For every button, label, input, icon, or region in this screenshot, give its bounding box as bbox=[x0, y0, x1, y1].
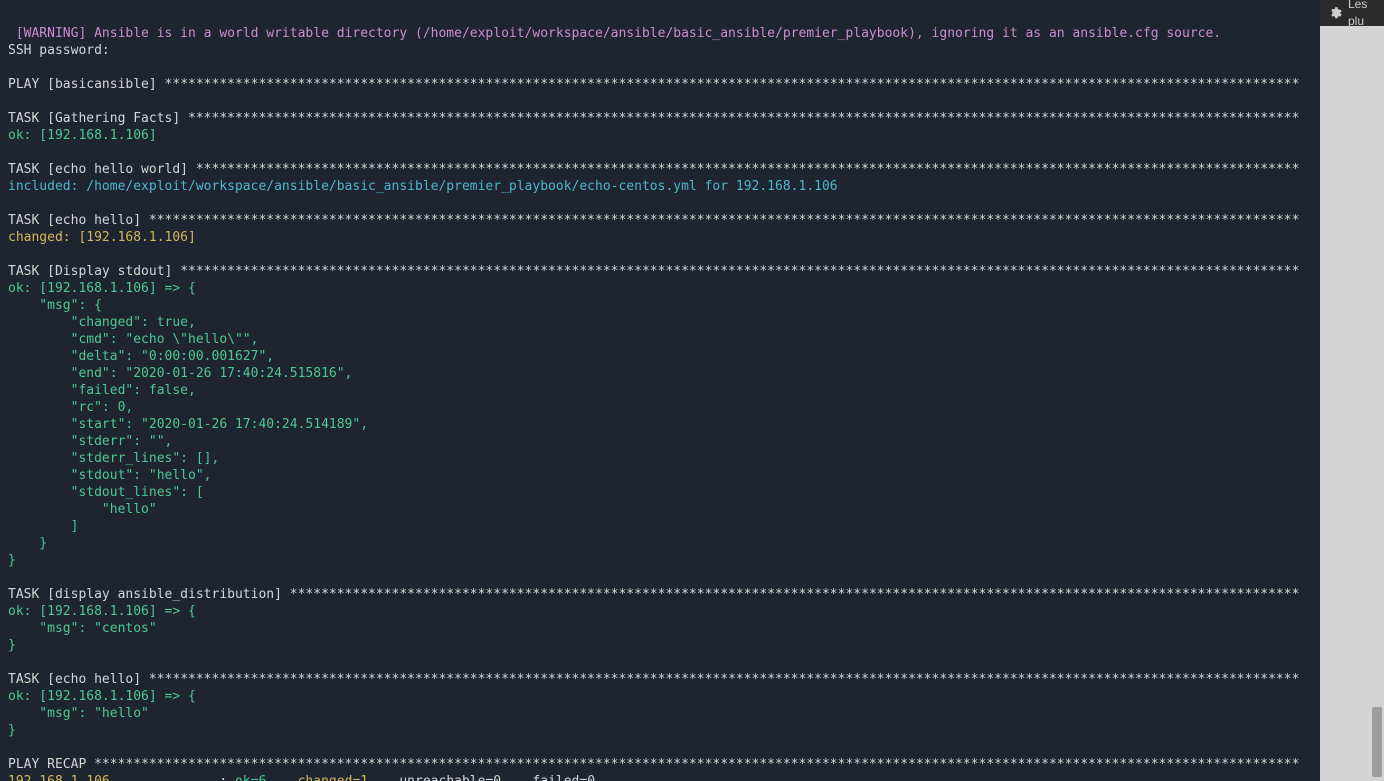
msg-failed: "failed": false, bbox=[8, 383, 196, 398]
included-line: included: /home/exploit/workspace/ansibl… bbox=[8, 179, 838, 194]
msg-start: "start": "2020-01-26 17:40:24.514189", bbox=[8, 417, 368, 432]
right-gutter: Les plu bbox=[1320, 0, 1384, 781]
task-gathering: TASK [Gathering Facts] bbox=[8, 111, 188, 126]
msg-delta: "delta": "0:00:00.001627", bbox=[8, 349, 274, 364]
play-header-fill: ****************************************… bbox=[165, 77, 1300, 92]
msg-stdout: "stdout": "hello", bbox=[8, 468, 212, 483]
recap-failed: failed=0 bbox=[532, 774, 595, 781]
topbar-text: Les plu bbox=[1348, 0, 1384, 30]
msg-cmd: "cmd": "echo \"hello\"", bbox=[8, 332, 258, 347]
msg-end: "end": "2020-01-26 17:40:24.515816", bbox=[8, 366, 352, 381]
msg-stderr: "stderr": "", bbox=[8, 434, 172, 449]
play-header: PLAY [basicansible] bbox=[8, 77, 165, 92]
warning-line: [WARNING] Ansible is in a world writable… bbox=[8, 26, 1221, 41]
task-echo-hello-2: TASK [echo hello] bbox=[8, 672, 149, 687]
ok-hello-open: ok: [192.168.1.106] => { bbox=[8, 689, 196, 704]
msg-stdout-lines-close: ] bbox=[8, 519, 78, 534]
msg-stderr-lines: "stderr_lines": [], bbox=[8, 451, 219, 466]
task-echo-hello-1-fill: ****************************************… bbox=[149, 213, 1300, 228]
msg-changed: "changed": true, bbox=[8, 315, 196, 330]
ssh-prompt: SSH password: bbox=[8, 43, 110, 58]
msg-close: } bbox=[8, 536, 47, 551]
task-echo-world: TASK [echo hello world] bbox=[8, 162, 196, 177]
recap-ok: ok=6 bbox=[235, 774, 290, 781]
task-distro: TASK [display ansible_distribution] bbox=[8, 587, 290, 602]
changed-line: changed: [192.168.1.106] bbox=[8, 230, 196, 245]
recap-changed: changed=1 bbox=[298, 774, 392, 781]
task-echo-hello-1: TASK [echo hello] bbox=[8, 213, 149, 228]
msg-open: "msg": { bbox=[8, 298, 102, 313]
gear-icon bbox=[1328, 6, 1342, 20]
brace-close-1: } bbox=[8, 553, 16, 568]
ok-distro-open: ok: [192.168.1.106] => { bbox=[8, 604, 196, 619]
brace-close-3: } bbox=[8, 723, 16, 738]
scrollbar-thumb[interactable] bbox=[1372, 707, 1382, 777]
play-recap-fill: ****************************************… bbox=[94, 757, 1299, 772]
msg-rc: "rc": 0, bbox=[8, 400, 133, 415]
topbar-fragment[interactable]: Les plu bbox=[1320, 0, 1384, 26]
task-display-stdout-fill: ****************************************… bbox=[180, 264, 1299, 279]
msg-stdout-lines-val: "hello" bbox=[8, 502, 157, 517]
play-recap: PLAY RECAP bbox=[8, 757, 94, 772]
terminal-output: [WARNING] Ansible is in a world writable… bbox=[0, 0, 1320, 781]
task-gathering-fill: ****************************************… bbox=[188, 111, 1299, 126]
msg-hello: "msg": "hello" bbox=[8, 706, 149, 721]
msg-centos: "msg": "centos" bbox=[8, 621, 157, 636]
task-display-stdout: TASK [Display stdout] bbox=[8, 264, 180, 279]
recap-host: 192.168.1.106 bbox=[8, 774, 110, 781]
recap-unreachable: unreachable=0 bbox=[399, 774, 524, 781]
task-echo-world-fill: ****************************************… bbox=[196, 162, 1300, 177]
task-distro-fill: ****************************************… bbox=[290, 587, 1300, 602]
brace-close-2: } bbox=[8, 638, 16, 653]
ok-stdout-open: ok: [192.168.1.106] => { bbox=[8, 281, 196, 296]
task-echo-hello-2-fill: ****************************************… bbox=[149, 672, 1300, 687]
ok-gathering: ok: [192.168.1.106] bbox=[8, 128, 157, 143]
msg-stdout-lines-open: "stdout_lines": [ bbox=[8, 485, 204, 500]
recap-sep: : bbox=[110, 774, 235, 781]
